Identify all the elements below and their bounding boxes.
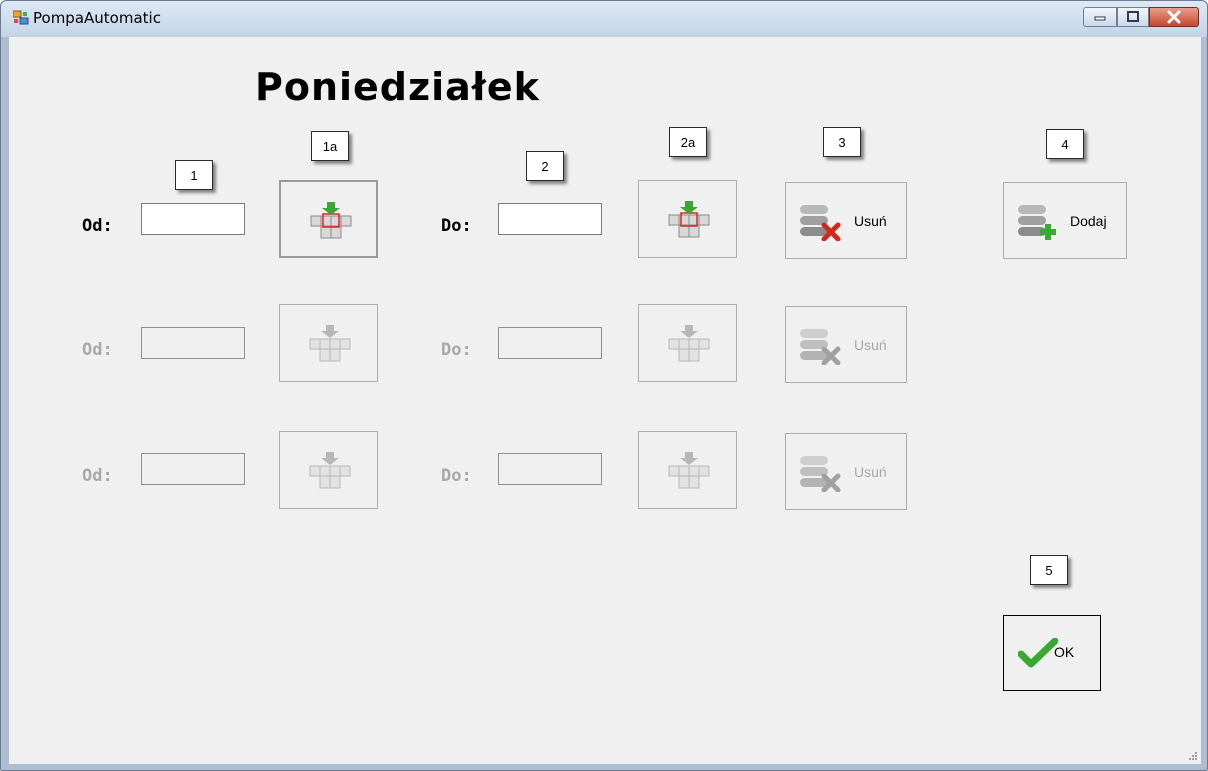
database-delete-icon: [798, 327, 842, 365]
add-label: Dodaj: [1070, 213, 1107, 229]
close-icon: [1167, 10, 1181, 24]
delete-label: Usuń: [854, 464, 887, 480]
keyboard-insert-icon: [667, 199, 711, 239]
minimize-button[interactable]: [1083, 7, 1117, 27]
callout-1: 1: [175, 160, 213, 190]
minimize-icon: [1094, 16, 1106, 21]
callout-5: 5: [1030, 555, 1068, 585]
delete-row-button[interactable]: Usuń: [785, 182, 907, 259]
callout-2: 2: [526, 151, 564, 181]
pick-from-button[interactable]: [279, 180, 378, 258]
keyboard-insert-icon: [308, 450, 352, 490]
app-window-icon: [13, 10, 29, 26]
keyboard-insert-icon: [667, 323, 711, 363]
to-time-input[interactable]: [498, 203, 602, 235]
database-delete-icon: [798, 454, 842, 492]
pick-from-button[interactable]: [279, 304, 378, 382]
keyboard-insert-icon: [308, 323, 352, 363]
from-time-input[interactable]: [141, 453, 245, 485]
maximize-icon: [1127, 11, 1139, 22]
add-row-button[interactable]: Dodaj: [1003, 182, 1127, 259]
checkmark-icon: [1018, 638, 1058, 668]
day-heading: Poniedziałek: [255, 65, 540, 109]
to-label: Do:: [441, 466, 472, 486]
ok-button[interactable]: OK: [1003, 615, 1101, 691]
title-bar[interactable]: PompaAutomatic: [1, 1, 1207, 37]
to-time-input[interactable]: [498, 453, 602, 485]
window-title: PompaAutomatic: [33, 9, 161, 27]
ok-label: OK: [1054, 644, 1075, 660]
pick-to-button[interactable]: [638, 431, 737, 509]
keyboard-insert-icon: [667, 450, 711, 490]
database-add-icon: [1016, 203, 1060, 241]
close-button[interactable]: [1149, 7, 1199, 27]
pick-to-button[interactable]: [638, 180, 737, 258]
from-time-input[interactable]: [141, 327, 245, 359]
database-delete-icon: [798, 203, 842, 241]
pick-from-button[interactable]: [279, 431, 378, 509]
delete-label: Usuń: [854, 337, 887, 353]
delete-label: Usuń: [854, 213, 887, 229]
keyboard-insert-icon: [309, 200, 353, 240]
to-label: Do:: [441, 340, 472, 360]
to-time-input[interactable]: [498, 327, 602, 359]
callout-2a: 2a: [669, 127, 707, 157]
form-client-area: Poniedziałek Od: Do: Usuń Dodaj Od: Do: …: [9, 37, 1201, 764]
callout-1a: 1a: [311, 131, 349, 161]
resize-grip-icon[interactable]: [1188, 751, 1198, 761]
from-label: Od:: [82, 340, 113, 360]
from-label: Od:: [82, 466, 113, 486]
pick-to-button[interactable]: [638, 304, 737, 382]
maximize-button[interactable]: [1117, 7, 1149, 27]
app-window: PompaAutomatic Poniedziałek Od: Do: Usuń…: [0, 0, 1208, 771]
from-label: Od:: [82, 216, 113, 236]
from-time-input[interactable]: [141, 203, 245, 235]
callout-4: 4: [1046, 129, 1084, 159]
delete-row-button[interactable]: Usuń: [785, 306, 907, 383]
callout-3: 3: [823, 127, 861, 157]
to-label: Do:: [441, 216, 472, 236]
delete-row-button[interactable]: Usuń: [785, 433, 907, 510]
